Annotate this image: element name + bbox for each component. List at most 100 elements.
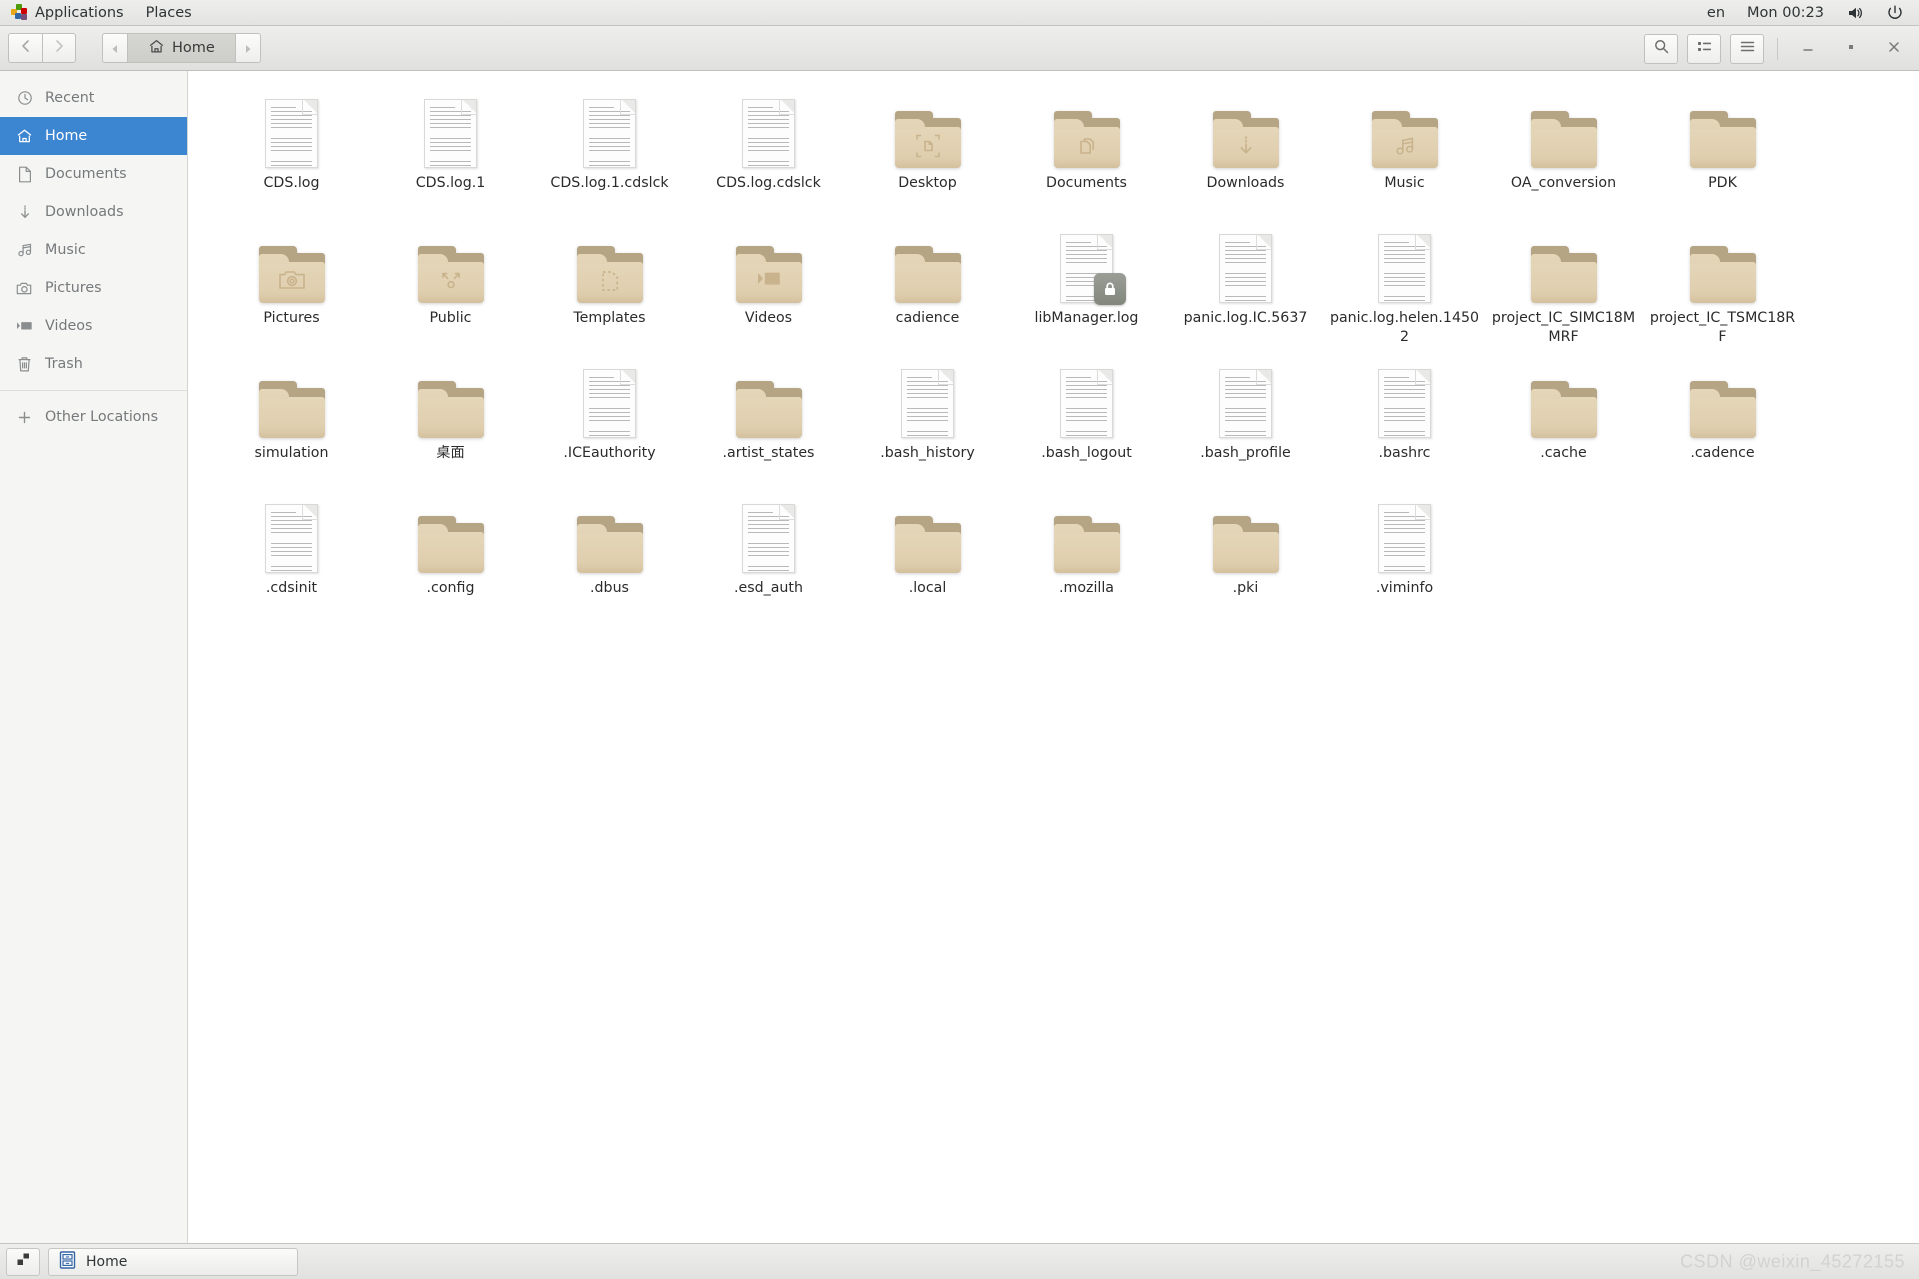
sidebar-item-home[interactable]: Home [0, 117, 187, 155]
back-button[interactable] [8, 33, 42, 63]
breadcrumb-item-home[interactable]: Home [127, 33, 235, 63]
file-name-label: .mozilla [1012, 579, 1162, 598]
file-view[interactable]: CDS.log CDS.log.1CDS.log.1.cdslckCDS.log.… [188, 71, 1919, 1243]
file-item[interactable]: .viminfo [1325, 488, 1484, 623]
keyboard-layout-label: en [1707, 5, 1725, 21]
file-item[interactable]: project_IC_TSMC18RF [1643, 218, 1802, 353]
sidebar-item-pictures[interactable]: Pictures [0, 269, 187, 307]
file-icon [892, 227, 964, 303]
file-item[interactable]: Documents [1007, 83, 1166, 218]
file-item[interactable]: Desktop [848, 83, 1007, 218]
folder-icon [1531, 111, 1597, 168]
folder-icon [895, 246, 961, 303]
file-item[interactable]: .cdsinit [212, 488, 371, 623]
view-toggle-button[interactable] [1687, 34, 1721, 64]
document-icon [1378, 369, 1431, 438]
breadcrumb: Home [102, 33, 261, 63]
file-item[interactable]: 桌面 [371, 353, 530, 488]
file-name-label: Desktop [853, 174, 1003, 193]
sidebar-item-trash[interactable]: Trash [0, 345, 187, 383]
file-item[interactable]: .cadence [1643, 353, 1802, 488]
taskbar-task-home[interactable]: Home [48, 1248, 298, 1276]
folder-icon [418, 516, 484, 573]
hamburger-menu-icon [1739, 38, 1756, 59]
pathbar-scroll-left-button[interactable] [102, 33, 127, 63]
file-item[interactable]: Pictures [212, 218, 371, 353]
file-name-label: panic.log.helen.14502 [1330, 309, 1480, 347]
file-icon [1051, 497, 1123, 573]
show-desktop-button[interactable] [6, 1248, 40, 1276]
minimize-button[interactable] [1791, 34, 1825, 64]
file-item[interactable]: Public [371, 218, 530, 353]
folder-icon [577, 516, 643, 573]
clock[interactable]: Mon 00:23 [1736, 0, 1835, 26]
folder-icon [418, 246, 484, 303]
file-item[interactable]: simulation [212, 353, 371, 488]
applications-menu-label: Applications [35, 5, 124, 21]
folder-icon [259, 246, 325, 303]
file-name-label: cadience [853, 309, 1003, 328]
file-icon [733, 227, 805, 303]
sidebar-item-documents[interactable]: Documents [0, 155, 187, 193]
file-item[interactable]: .bashrc [1325, 353, 1484, 488]
forward-button[interactable] [42, 33, 76, 63]
triangle-left-icon [110, 39, 120, 58]
sidebar-item-label: Home [45, 128, 87, 144]
file-item[interactable]: .ICEauthority [530, 353, 689, 488]
file-item[interactable]: Downloads [1166, 83, 1325, 218]
file-item[interactable]: panic.log.IC.5637 [1166, 218, 1325, 353]
places-menu[interactable]: Places [135, 0, 203, 26]
file-item[interactable]: libManager.log [1007, 218, 1166, 353]
file-item[interactable]: .bash_history [848, 353, 1007, 488]
file-item[interactable]: PDK [1643, 83, 1802, 218]
file-item[interactable]: .config [371, 488, 530, 623]
keyboard-layout-indicator[interactable]: en [1696, 0, 1736, 26]
folder-icon [1531, 381, 1597, 438]
file-item[interactable]: .artist_states [689, 353, 848, 488]
close-button[interactable] [1877, 34, 1911, 64]
file-name-label: CDS.log [217, 174, 367, 193]
file-item[interactable]: project_IC_SIMC18MMRF [1484, 218, 1643, 353]
file-item[interactable]: .local [848, 488, 1007, 623]
file-item[interactable]: cadience [848, 218, 1007, 353]
file-item[interactable]: .pki [1166, 488, 1325, 623]
file-item[interactable]: CDS.log.cdslck [689, 83, 848, 218]
pathbar-scroll-right-button[interactable] [235, 33, 261, 63]
file-icon [415, 497, 487, 573]
file-item[interactable]: .bash_logout [1007, 353, 1166, 488]
volume-button[interactable] [1835, 0, 1875, 26]
sidebar-item-recent[interactable]: Recent [0, 79, 187, 117]
applications-menu[interactable]: Applications [0, 0, 135, 26]
file-item[interactable]: OA_conversion [1484, 83, 1643, 218]
file-item[interactable]: panic.log.helen.14502 [1325, 218, 1484, 353]
file-item[interactable]: .esd_auth [689, 488, 848, 623]
maximize-button[interactable] [1834, 34, 1868, 64]
search-icon [1653, 38, 1670, 59]
file-item[interactable]: Templates [530, 218, 689, 353]
public-emblem [418, 268, 484, 294]
file-name-label: CDS.log.1 [376, 174, 526, 193]
file-item[interactable]: CDS.log [212, 83, 371, 218]
search-button[interactable] [1644, 34, 1678, 64]
file-icon [574, 227, 646, 303]
sidebar-item-videos[interactable]: Videos [0, 307, 187, 345]
file-icon [733, 92, 805, 168]
file-item[interactable]: CDS.log.1.cdslck [530, 83, 689, 218]
file-item[interactable]: Videos [689, 218, 848, 353]
file-item[interactable]: Music [1325, 83, 1484, 218]
home-icon [148, 38, 165, 59]
file-icon [415, 362, 487, 438]
file-icon [256, 92, 328, 168]
menu-button[interactable] [1730, 34, 1764, 64]
file-item[interactable]: .cache [1484, 353, 1643, 488]
sidebar-item-downloads[interactable]: Downloads [0, 193, 187, 231]
file-name-label: OA_conversion [1489, 174, 1639, 193]
file-item[interactable]: .dbus [530, 488, 689, 623]
file-item[interactable]: .mozilla [1007, 488, 1166, 623]
power-button[interactable] [1875, 0, 1915, 26]
sidebar-item-music[interactable]: Music [0, 231, 187, 269]
file-name-label: Videos [694, 309, 844, 328]
file-item[interactable]: .bash_profile [1166, 353, 1325, 488]
file-item[interactable]: CDS.log.1 [371, 83, 530, 218]
sidebar-item-other-locations[interactable]: Other Locations [0, 398, 187, 436]
